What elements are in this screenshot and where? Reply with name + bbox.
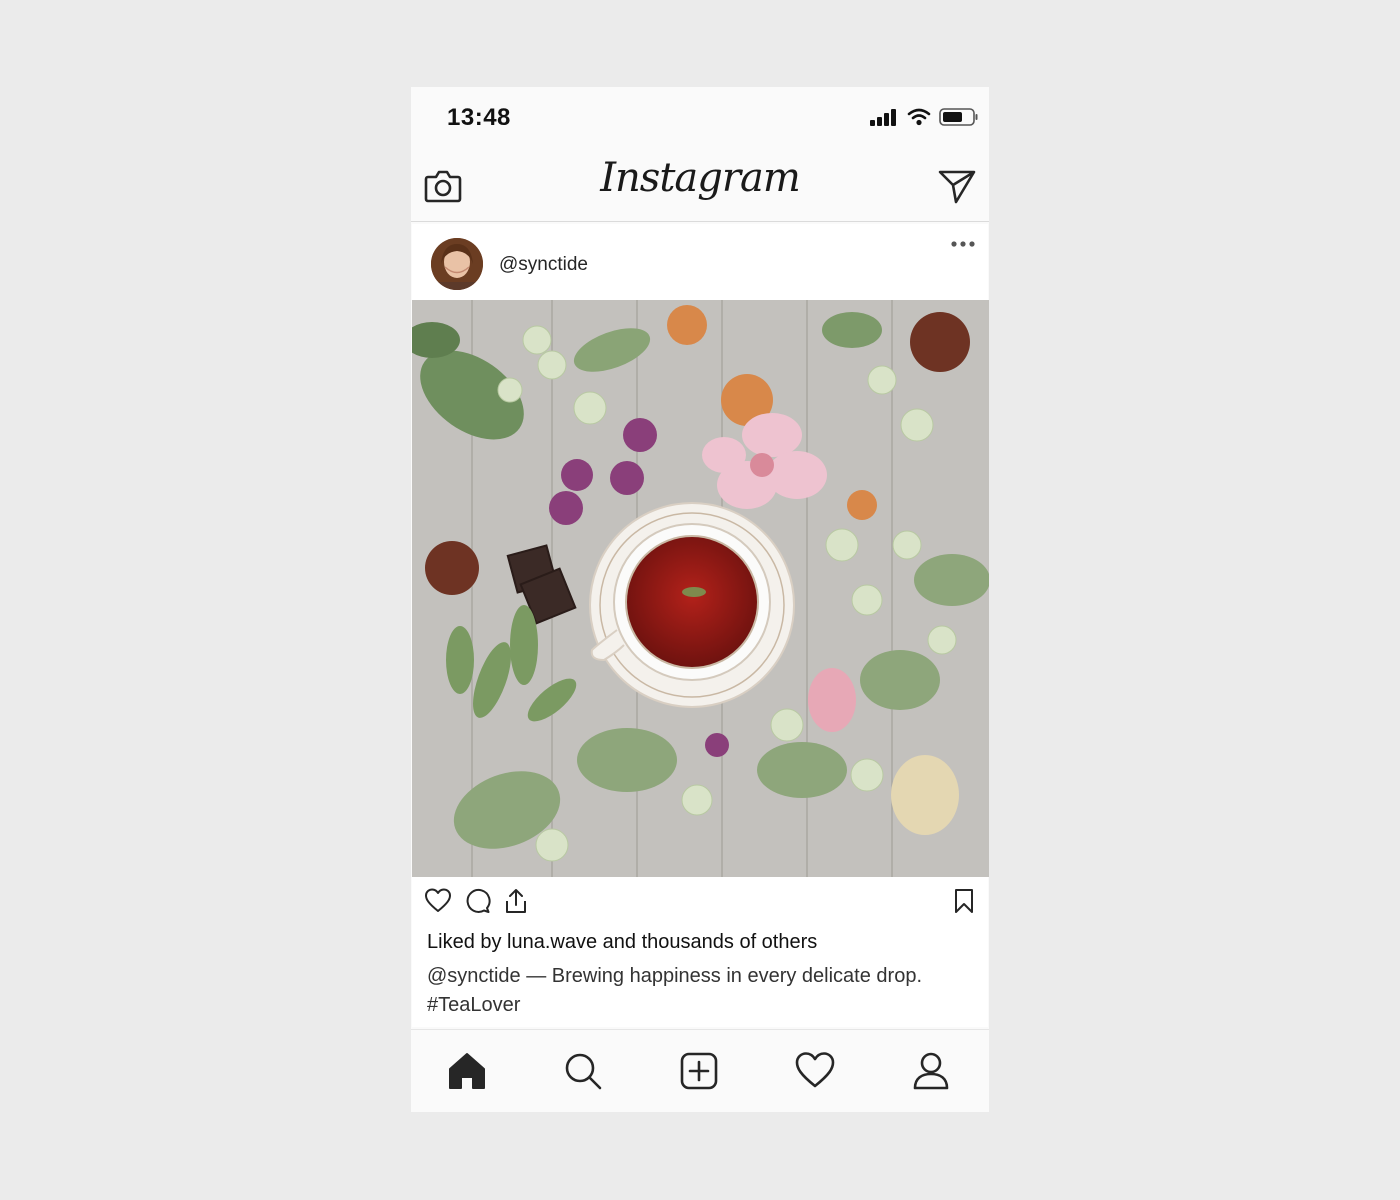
phone-screen: 13:48 Instagram @synctide Liked by luna.… <box>411 87 989 1112</box>
battery-icon <box>939 108 978 126</box>
bottom-tab-bar <box>411 1029 989 1112</box>
status-time: 13:48 <box>447 104 511 131</box>
post-image[interactable] <box>412 300 989 877</box>
tea-flatlay-illustration <box>412 300 989 877</box>
avatar[interactable] <box>431 238 483 290</box>
bookmark-icon[interactable] <box>950 887 978 915</box>
send-icon[interactable] <box>937 165 977 205</box>
likes-text[interactable]: Liked by luna.wave and thousands of othe… <box>427 931 817 954</box>
status-bar: 13:48 <box>411 87 989 149</box>
signal-icon <box>870 109 896 126</box>
comment-icon[interactable] <box>463 887 491 915</box>
like-icon[interactable] <box>424 887 452 915</box>
caption-username[interactable]: @synctide <box>427 965 521 987</box>
home-icon[interactable] <box>446 1050 488 1092</box>
instagram-logo: Instagram <box>600 155 801 201</box>
post-footer: Liked by luna.wave and thousands of othe… <box>412 877 988 1027</box>
post-username[interactable]: @synctide <box>499 254 588 276</box>
activity-heart-icon[interactable] <box>794 1050 836 1092</box>
post-caption: @synctide — Brewing happiness in every d… <box>427 962 976 1020</box>
more-options-icon[interactable] <box>950 238 976 250</box>
status-icons <box>869 107 979 127</box>
post-header: @synctide <box>412 224 988 300</box>
top-nav: Instagram <box>411 149 989 222</box>
profile-icon[interactable] <box>910 1050 952 1092</box>
add-post-icon[interactable] <box>678 1050 720 1092</box>
share-icon[interactable] <box>502 887 530 915</box>
search-icon[interactable] <box>562 1050 604 1092</box>
wifi-icon <box>907 108 931 126</box>
